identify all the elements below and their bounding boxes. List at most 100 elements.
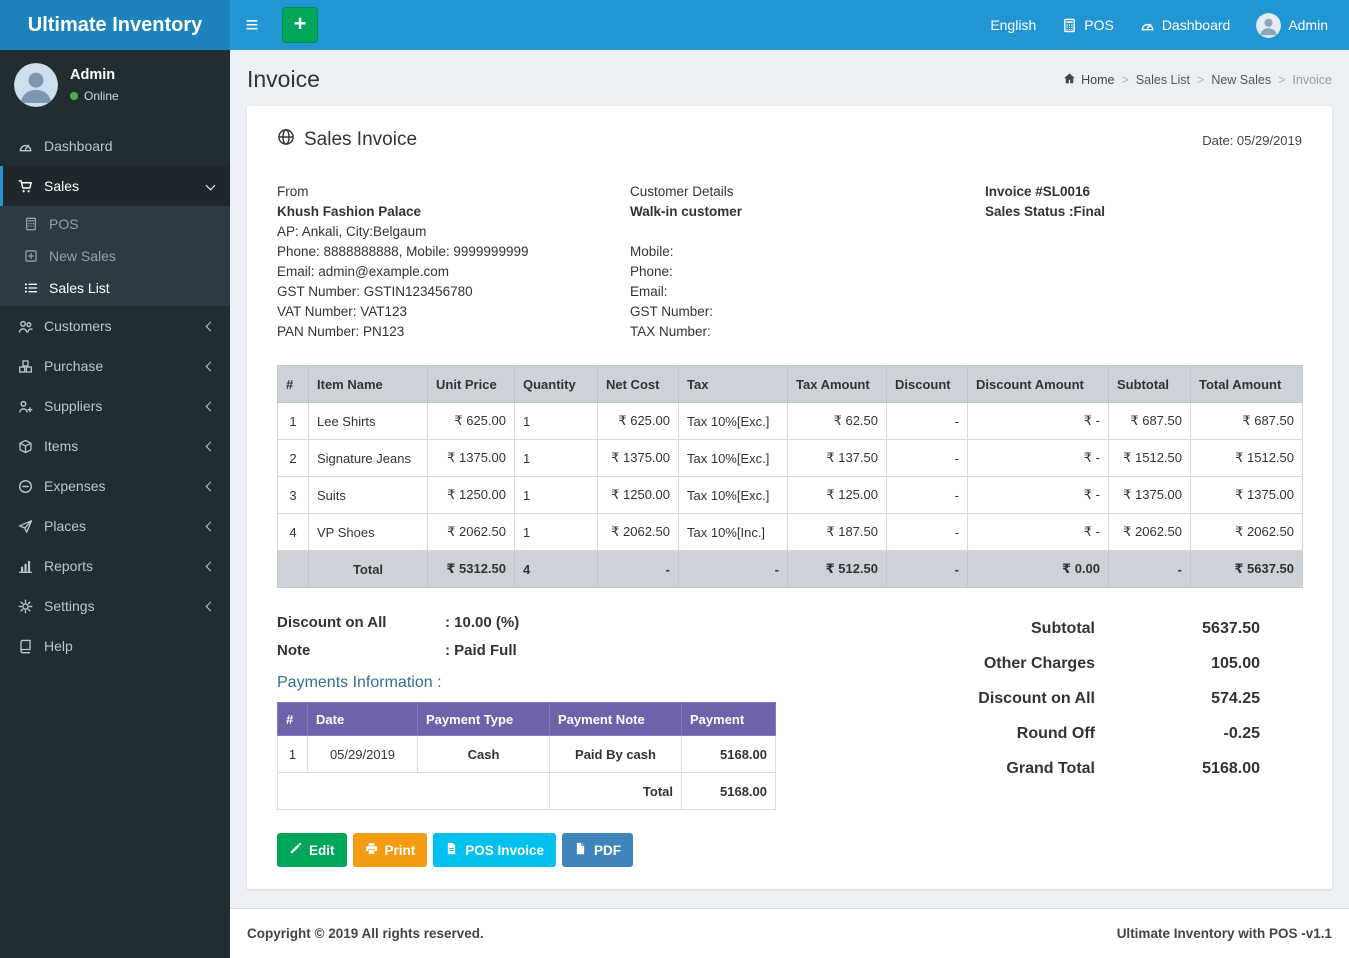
cell-quantity: 1 — [515, 440, 598, 477]
customer-gst: GST Number: — [630, 302, 985, 322]
sidebar-item-suppliers[interactable]: Suppliers — [0, 386, 230, 426]
sidebar-item-items[interactable]: Items — [0, 426, 230, 466]
main-footer: Copyright © 2019 All rights reserved. Ul… — [230, 908, 1349, 958]
print-button-label: Print — [385, 843, 416, 858]
chevron-left-icon — [206, 481, 216, 491]
summary-value: 574.25 — [1095, 690, 1260, 708]
column-header: # — [278, 366, 309, 403]
chevron-left-icon — [206, 401, 216, 411]
user-name: Admin — [70, 67, 119, 83]
invoice-card: Sales Invoice Date: 05/29/2019 From Khus… — [247, 106, 1332, 889]
totals-summary: Subtotal 5637.50 Other Charges 105.00 Di… — [902, 614, 1302, 867]
breadcrumb-sales-list[interactable]: Sales List — [1136, 73, 1190, 87]
column-header: Payment Type — [418, 703, 550, 736]
pdf-icon — [574, 842, 587, 858]
book-icon — [17, 639, 34, 654]
discount-on-all-label: Discount on All — [277, 614, 445, 631]
cell — [278, 551, 309, 588]
cell-payment-note: Paid By cash — [550, 736, 682, 773]
sidebar-item-reports[interactable]: Reports — [0, 546, 230, 586]
column-header: Subtotal — [1109, 366, 1191, 403]
cell-quantity: 1 — [515, 403, 598, 440]
summary-label: Grand Total — [1006, 760, 1095, 778]
cell-total-quantity: 4 — [515, 551, 598, 588]
cell-discount-amount: ₹ - — [968, 440, 1109, 477]
sidebar-item-sales-list[interactable]: Sales List — [0, 272, 230, 304]
sidebar-item-sales[interactable]: Sales — [0, 166, 230, 206]
breadcrumb-current: Invoice — [1292, 73, 1332, 87]
nav-dashboard[interactable]: Dashboard — [1127, 0, 1244, 50]
page-title: Invoice — [247, 66, 320, 93]
customer-heading: Customer Details — [630, 182, 985, 202]
sidebar-item-pos[interactable]: POS — [0, 208, 230, 240]
from-name: Khush Fashion Palace — [277, 202, 630, 222]
nav-user[interactable]: Admin — [1243, 0, 1341, 50]
sidebar-item-expenses[interactable]: Expenses — [0, 466, 230, 506]
pdf-button[interactable]: PDF — [562, 833, 633, 867]
sidebar-item-label: Help — [44, 638, 73, 654]
note-row: Note : Paid Full — [277, 642, 902, 659]
items-table-total-row: Total ₹ 5312.50 4 - - ₹ 512.50 - ₹ 0.00 … — [278, 551, 1303, 588]
online-status-icon — [70, 92, 78, 100]
edit-icon — [289, 842, 302, 858]
sidebar-item-purchase[interactable]: Purchase — [0, 346, 230, 386]
sidebar-item-label: Sales — [44, 178, 79, 194]
nav-language[interactable]: English — [977, 0, 1049, 50]
table-row: 1 Lee Shirts ₹ 625.00 1 ₹ 625.00 Tax 10%… — [278, 403, 1303, 440]
cell-tax: Tax 10%[Inc.] — [679, 514, 788, 551]
sidebar-item-label: Reports — [44, 558, 93, 574]
pos-invoice-button[interactable]: POS Invoice — [433, 833, 556, 867]
customer-name: Walk-in customer — [630, 202, 985, 222]
invoice-info: From Khush Fashion Palace AP: Ankali, Ci… — [277, 182, 1302, 342]
nav-pos[interactable]: POS — [1049, 0, 1127, 50]
cell-item-name: VP Shoes — [309, 514, 428, 551]
table-row: 2 Signature Jeans ₹ 1375.00 1 ₹ 1375.00 … — [278, 440, 1303, 477]
breadcrumb-new-sales[interactable]: New Sales — [1211, 73, 1271, 87]
cell-discount-amount: ₹ - — [968, 514, 1109, 551]
sidebar-item-customers[interactable]: Customers — [0, 306, 230, 346]
cell-item-name: Signature Jeans — [309, 440, 428, 477]
breadcrumb-separator: > — [1122, 73, 1129, 87]
print-button[interactable]: Print — [353, 833, 428, 867]
column-header: Total Amount — [1191, 366, 1303, 403]
breadcrumb-home[interactable]: Home — [1063, 72, 1114, 88]
cell-grand-total-amount: ₹ 5637.50 — [1191, 551, 1303, 588]
card-title: Sales Invoice — [277, 128, 417, 152]
sidebar-item-places[interactable]: Places — [0, 506, 230, 546]
from-pan: PAN Number: PN123 — [277, 322, 630, 342]
cell-discount: - — [887, 403, 968, 440]
cell: - — [598, 551, 679, 588]
sidebar-item-help[interactable]: Help — [0, 626, 230, 666]
brand-logo[interactable]: Ultimate Inventory — [0, 0, 230, 50]
plus-square-icon — [23, 249, 39, 263]
cell-total-discount-amount: ₹ 0.00 — [968, 551, 1109, 588]
below-table-section: Discount on All : 10.00 (%) Note : Paid … — [277, 614, 1302, 867]
cell-index: 4 — [278, 514, 309, 551]
invoice-date: Date: 05/29/2019 — [1202, 133, 1302, 148]
cell-item-name: Suits — [309, 477, 428, 514]
add-button[interactable]: + — [282, 7, 318, 43]
summary-label: Round Off — [1017, 725, 1095, 743]
cell-net-cost: ₹ 1250.00 — [598, 477, 679, 514]
chevron-left-icon — [206, 361, 216, 371]
navbar-right: English POS Dashboard Admin — [977, 0, 1349, 50]
sidebar-item-label: Suppliers — [44, 398, 102, 414]
sidebar-item-new-sales[interactable]: New Sales — [0, 240, 230, 272]
sidebar-item-dashboard[interactable]: Dashboard — [0, 126, 230, 166]
menu-icon: ≡ — [246, 12, 259, 38]
cell-payment-type: Cash — [418, 736, 550, 773]
cell-total-tax-amount: ₹ 512.50 — [788, 551, 887, 588]
sidebar-item-settings[interactable]: Settings — [0, 586, 230, 626]
sidebar-item-label: Items — [44, 438, 78, 454]
sidebar-item-label: POS — [49, 216, 79, 232]
cell-index: 3 — [278, 477, 309, 514]
sidebar-item-label: New Sales — [49, 248, 116, 264]
cell-payment-date: 05/29/2019 — [308, 736, 418, 773]
sidebar-toggle-button[interactable]: ≡ — [230, 0, 274, 50]
column-header: Item Name — [309, 366, 428, 403]
from-address: AP: Ankali, City:Belgaum — [277, 222, 630, 242]
customer-block: Customer Details Walk-in customer Mobile… — [630, 182, 985, 342]
cell-payments-total-label: Total — [550, 773, 682, 810]
card-title-label: Sales Invoice — [304, 129, 417, 151]
edit-button[interactable]: Edit — [277, 833, 347, 867]
